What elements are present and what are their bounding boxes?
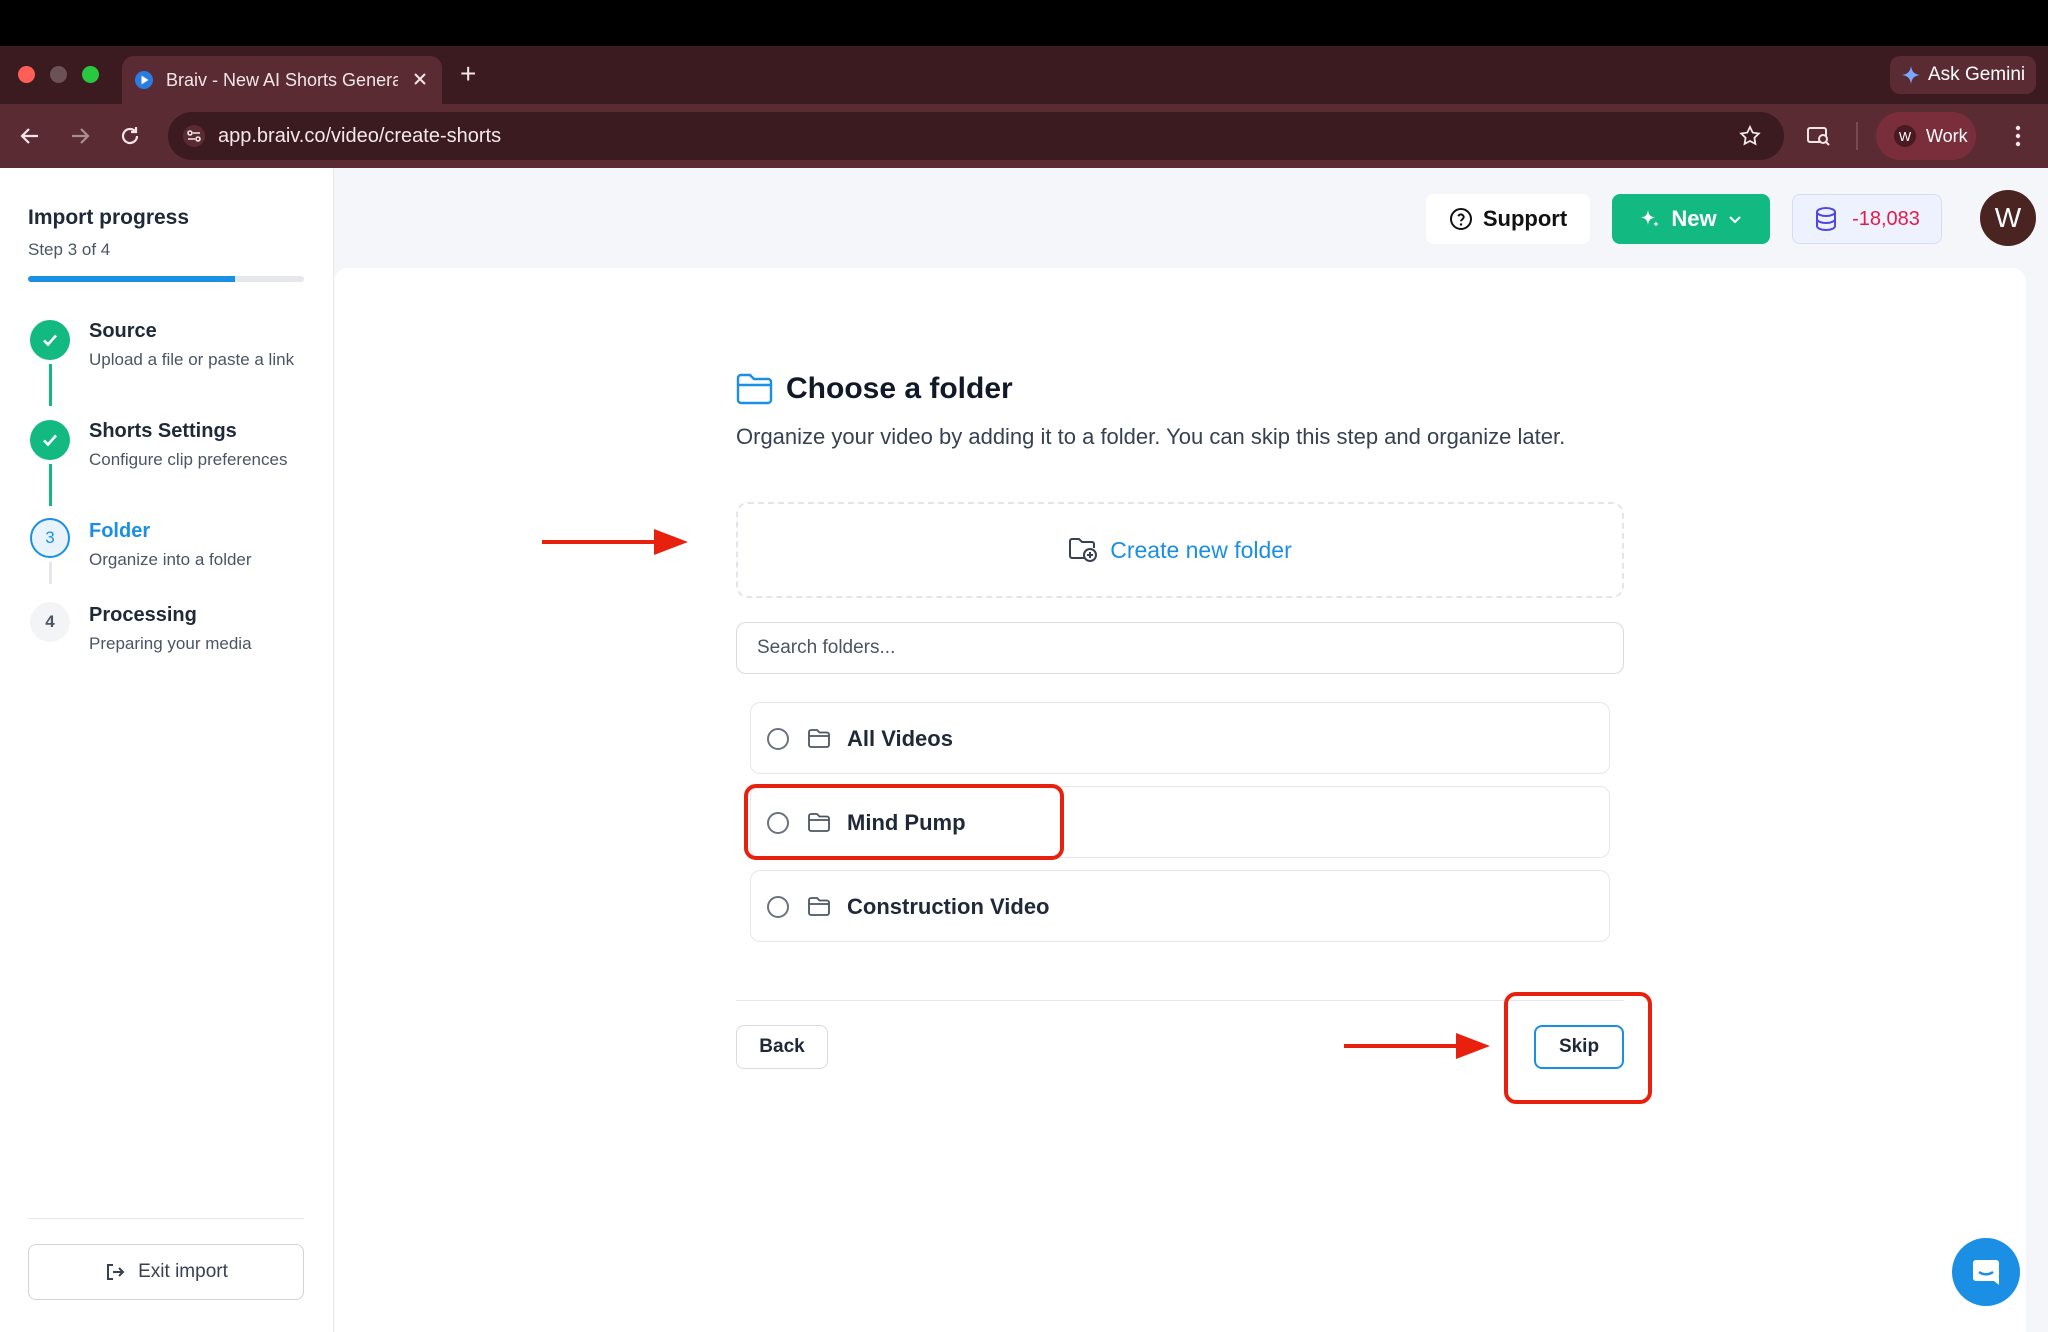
exit-import-label: Exit import	[138, 1261, 228, 1282]
folder-open-icon	[736, 372, 774, 406]
exit-icon	[104, 1261, 126, 1283]
browser-menu-icon[interactable]	[2008, 124, 2028, 148]
new-tab-button[interactable]: +	[460, 58, 476, 90]
step-connector	[49, 464, 52, 506]
user-avatar[interactable]: W	[1980, 190, 2036, 246]
step-connector	[49, 562, 52, 584]
annotation-arrow-icon	[1344, 1030, 1492, 1062]
close-tab-icon[interactable]	[412, 71, 428, 87]
support-label: Support	[1482, 206, 1568, 231]
reload-icon[interactable]	[118, 124, 142, 148]
step-counter: Step 3 of 4	[28, 240, 111, 259]
annotation-arrow-icon	[542, 526, 690, 558]
braiv-favicon-icon	[134, 70, 154, 90]
tab-search-icon[interactable]	[1806, 124, 1832, 148]
profile-label: Work	[1926, 125, 1968, 146]
progress-bar-fill	[28, 276, 235, 282]
sidebar-title: Import progress	[28, 206, 190, 229]
bookmark-star-icon[interactable]	[1738, 124, 1762, 148]
progress-bar	[28, 276, 304, 282]
app-viewport: Import progress Step 3 of 4 Source Uploa…	[0, 168, 2048, 1332]
new-button[interactable]: New	[1612, 194, 1770, 244]
folder-name: All Videos	[847, 726, 953, 751]
step-folder-number: 3	[30, 518, 70, 558]
sparkle-icon	[1639, 208, 1661, 230]
sidebar-divider	[28, 1218, 304, 1219]
browser-toolbar: app.braiv.co/video/create-shorts W Work	[0, 104, 2048, 168]
new-label: New	[1671, 206, 1717, 231]
step-processing-title: Processing	[89, 604, 197, 626]
import-progress-sidebar: Import progress Step 3 of 4 Source Uploa…	[0, 168, 334, 1332]
folder-option[interactable]: Construction Video	[750, 870, 1610, 942]
address-bar[interactable]: app.braiv.co/video/create-shorts	[168, 112, 1784, 160]
minimize-window-button[interactable]	[50, 66, 67, 83]
gemini-sparkle-icon	[1902, 66, 1920, 84]
browser-tab[interactable]: Braiv - New AI Shorts Genera	[122, 56, 442, 104]
page-title: Choose a folder	[786, 372, 1013, 405]
step-source-desc: Upload a file or paste a link	[89, 350, 295, 369]
folder-name: Construction Video	[847, 894, 1050, 919]
step-shorts-settings-check-icon	[30, 420, 70, 460]
annotation-highlight-box	[1504, 992, 1652, 1104]
step-processing-number: 4	[30, 602, 70, 642]
chevron-down-icon	[1727, 211, 1743, 227]
credits-value: -18,083	[1852, 207, 1920, 230]
annotation-highlight-box	[744, 784, 1064, 860]
folder-radio[interactable]	[767, 728, 789, 750]
step-folder-desc: Organize into a folder	[89, 550, 252, 569]
folder-icon	[807, 896, 831, 918]
credits-balance-button[interactable]: -18,083	[1792, 194, 1942, 244]
step-source-check-icon	[30, 320, 70, 360]
folder-option[interactable]: All Videos	[750, 702, 1610, 774]
database-coins-icon	[1814, 206, 1838, 232]
profile-initial: W	[1894, 125, 1916, 147]
maximize-window-button[interactable]	[82, 66, 99, 83]
ask-gemini-label: Ask Gemini	[1928, 64, 2026, 85]
footer-divider	[736, 1000, 1624, 1001]
back-arrow-icon[interactable]	[18, 124, 42, 148]
toolbar-divider	[1856, 122, 1858, 150]
tab-title: Braiv - New AI Shorts Genera	[166, 70, 398, 90]
folder-icon	[807, 728, 831, 750]
exit-import-button[interactable]: Exit import	[28, 1244, 304, 1300]
page-subtitle: Organize your video by adding it to a fo…	[736, 424, 1566, 449]
support-button[interactable]: Support	[1426, 194, 1590, 244]
create-new-folder-button[interactable]: Create new folder	[736, 502, 1624, 598]
folder-plus-icon	[1068, 537, 1098, 563]
step-shorts-settings-desc: Configure clip preferences	[89, 450, 288, 469]
forward-arrow-icon[interactable]	[68, 124, 92, 148]
help-circle-icon	[1449, 207, 1473, 231]
step-source-title: Source	[89, 320, 157, 342]
step-folder-title: Folder	[89, 520, 151, 542]
close-window-button[interactable]	[18, 66, 35, 83]
search-folders-input[interactable]	[736, 622, 1624, 674]
create-new-folder-label: Create new folder	[1110, 536, 1292, 563]
profile-button[interactable]: W Work	[1876, 112, 1976, 160]
url-text: app.braiv.co/video/create-shorts	[218, 125, 502, 147]
chat-support-launcher[interactable]	[1952, 1238, 2020, 1306]
step-processing-desc: Preparing your media	[89, 634, 252, 653]
step-connector	[49, 364, 52, 406]
step-shorts-settings-title: Shorts Settings	[89, 420, 237, 442]
site-settings-icon[interactable]	[182, 124, 206, 148]
folder-radio[interactable]	[767, 896, 789, 918]
back-button[interactable]: Back	[736, 1025, 828, 1069]
ask-gemini-button[interactable]: Ask Gemini	[1890, 56, 2036, 94]
chat-bubble-icon	[1970, 1256, 2002, 1288]
browser-tab-strip: Braiv - New AI Shorts Genera + Ask Gemin…	[0, 46, 2048, 104]
screen-top-bar	[0, 0, 2048, 46]
